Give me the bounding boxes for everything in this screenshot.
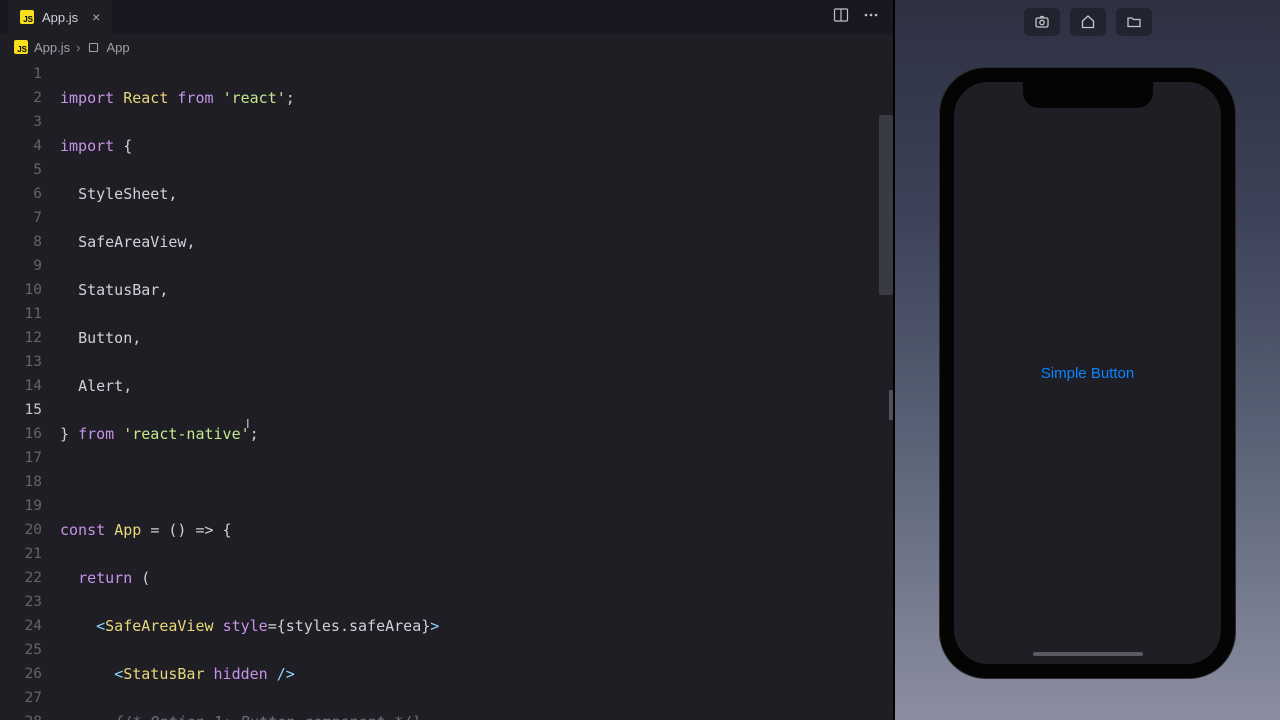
simulator-toolbar: [895, 0, 1280, 44]
tab-filename: App.js: [42, 10, 78, 25]
simulator-pane: Simple Button: [895, 0, 1280, 720]
breadcrumb[interactable]: JS App.js › App: [0, 34, 893, 60]
screenshot-button[interactable]: [1024, 8, 1060, 36]
tab-bar: JS App.js ×: [0, 0, 893, 34]
scrollbar[interactable]: [879, 115, 893, 295]
phone-frame: Simple Button: [940, 68, 1235, 678]
phone-screen[interactable]: Simple Button: [954, 82, 1221, 664]
folder-button[interactable]: [1116, 8, 1152, 36]
text-cursor-icon: I: [246, 412, 250, 436]
home-indicator[interactable]: [1033, 652, 1143, 656]
tab-app-js[interactable]: JS App.js ×: [8, 0, 112, 34]
home-button[interactable]: [1070, 8, 1106, 36]
symbol-icon: [86, 40, 100, 54]
close-icon[interactable]: ×: [92, 9, 100, 25]
simple-button[interactable]: Simple Button: [1041, 365, 1134, 382]
more-icon[interactable]: [863, 7, 879, 27]
breadcrumb-file: App.js: [34, 40, 70, 55]
phone-notch: [1023, 82, 1153, 108]
breadcrumb-symbol: App: [106, 40, 129, 55]
js-icon: JS: [20, 10, 34, 24]
editor-pane: JS App.js × JS App.js › App: [0, 0, 895, 720]
js-icon: JS: [14, 40, 28, 54]
code-content[interactable]: import React from 'react'; import { Styl…: [60, 60, 893, 720]
chevron-right-icon: ›: [76, 40, 80, 55]
line-gutter: 1234567891011121314151617181920212223242…: [0, 60, 60, 720]
split-editor-icon[interactable]: [833, 7, 849, 27]
code-editor[interactable]: 1234567891011121314151617181920212223242…: [0, 60, 893, 720]
scrollbar-thumb[interactable]: [889, 390, 893, 420]
